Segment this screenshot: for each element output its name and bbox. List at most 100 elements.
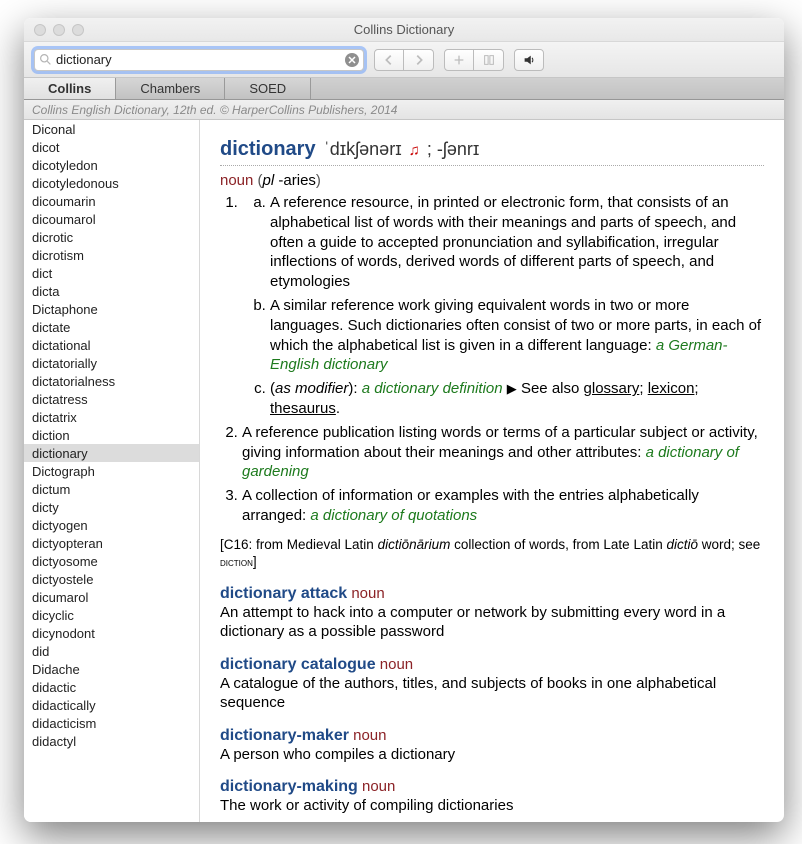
list-item[interactable]: dicoumarol [24,210,199,228]
sense-1c: (as modifier): a dictionary definition ▶… [270,379,764,419]
titlebar: Collins Dictionary [24,18,784,42]
list-item[interactable]: dictatress [24,390,199,408]
subentry-headword: dictionary attack [220,585,347,602]
word-list[interactable]: Diconaldicotdicotyledondicotyledonousdic… [24,120,200,822]
subentry-definition: A person who compiles a dictionary [220,745,764,765]
pronunciation: ˈdɪkʃənərɪ ♫ ; -ʃənrɪ [324,139,480,159]
subentry-definition: The work or activity of compiling dictio… [220,796,764,816]
subentry-definition: A catalogue of the authors, titles, and … [220,674,764,713]
subentry: dictionary-maker nounA person who compil… [220,727,764,765]
part-of-speech: noun [349,727,387,744]
list-item[interactable]: dicyclic [24,606,199,624]
sense-2: A reference publication listing words or… [242,423,764,482]
tab-chambers[interactable]: Chambers [116,78,225,99]
search-input[interactable] [52,52,345,67]
list-item[interactable]: dictyopteran [24,534,199,552]
add-bookmark-button[interactable] [444,49,474,71]
subentry-definition: An attempt to hack into a computer or ne… [220,603,764,642]
list-item[interactable]: dict [24,264,199,282]
headword: dictionary [220,138,316,160]
list-item[interactable]: dicty [24,498,199,516]
subentry-headword: dictionary-maker [220,727,349,744]
chevron-left-icon [382,53,396,67]
subentry-headword: dictionary-making [220,778,358,795]
plus-icon [452,53,466,67]
list-item[interactable]: Diconal [24,120,199,138]
app-window: Collins Dictionary [24,18,784,822]
part-of-speech: noun [347,585,385,602]
tab-soed[interactable]: SOED [225,78,311,99]
list-item[interactable]: didactyl [24,732,199,750]
list-item[interactable]: dicumarol [24,588,199,606]
list-item[interactable]: dicta [24,282,199,300]
sense-1b: A similar reference work giving equivale… [270,296,764,375]
list-item[interactable]: didactic [24,678,199,696]
xref-glossary[interactable]: glossary [584,380,640,397]
close-icon [348,56,356,64]
list-item[interactable]: dicynodont [24,624,199,642]
speaker-icon [522,53,536,67]
etymology: [C16: from Medieval Latin dictiōnārium c… [220,536,764,571]
list-item[interactable]: dictyosome [24,552,199,570]
search-icon [39,53,52,66]
example: a dictionary of quotations [310,507,477,524]
source-tabs: Collins Chambers SOED [24,78,784,100]
forward-button[interactable] [404,49,434,71]
subentry-headword: dictionary catalogue [220,656,376,673]
grammar-line: noun (pl -aries) [220,172,764,189]
chevron-right-icon [412,53,426,67]
list-item[interactable]: dicotyledonous [24,174,199,192]
list-item[interactable]: dicot [24,138,199,156]
speak-button[interactable] [514,49,544,71]
xref-thesaurus[interactable]: thesaurus [270,400,336,417]
back-button[interactable] [374,49,404,71]
part-of-speech: noun [220,172,253,189]
sense-3: A collection of information or examples … [242,486,764,526]
list-item[interactable]: Dictograph [24,462,199,480]
main-body: Diconaldicotdicotyledondicotyledonousdic… [24,120,784,822]
book-icon [482,53,496,67]
list-item[interactable]: Dictaphone [24,300,199,318]
list-item[interactable]: did [24,642,199,660]
toolbar [24,42,784,78]
list-item[interactable]: dictyostele [24,570,199,588]
subentry: dictionary-making nounThe work or activi… [220,778,764,816]
list-item[interactable]: dicotyledon [24,156,199,174]
sense-1a: A reference resource, in printed or elec… [270,193,764,292]
triangle-icon: ▶ [507,381,517,396]
list-item[interactable]: dictational [24,336,199,354]
list-item[interactable]: diction [24,426,199,444]
bookmarks-button[interactable] [474,49,504,71]
part-of-speech: noun [358,778,396,795]
entry-header: dictionary ˈdɪkʃənərɪ ♫ ; -ʃənrɪ [220,138,764,161]
subentry: dictionary catalogue nounA catalogue of … [220,656,764,713]
senses: A reference resource, in printed or elec… [242,193,764,526]
sense-1: A reference resource, in printed or elec… [242,193,764,419]
list-item[interactable]: dictate [24,318,199,336]
search-field-wrap [34,49,364,71]
list-item[interactable]: didacticism [24,714,199,732]
list-item[interactable]: dictyogen [24,516,199,534]
list-item[interactable]: dicoumarin [24,192,199,210]
list-item[interactable]: dictatrix [24,408,199,426]
xref-lexicon[interactable]: lexicon [648,380,695,397]
list-item[interactable]: Didache [24,660,199,678]
list-item[interactable]: didactically [24,696,199,714]
list-item[interactable]: dictionary [24,444,199,462]
window-title: Collins Dictionary [24,22,784,37]
audio-icon[interactable]: ♫ [409,142,420,159]
nav-buttons [374,49,434,71]
clear-search-button[interactable] [345,53,359,67]
entry-pane[interactable]: dictionary ˈdɪkʃənərɪ ♫ ; -ʃənrɪ noun (p… [200,120,784,822]
part-of-speech: noun [376,656,414,673]
list-item[interactable]: dictatorialness [24,372,199,390]
bookmark-buttons [444,49,504,71]
list-item[interactable]: dictatorially [24,354,199,372]
list-item[interactable]: dictum [24,480,199,498]
list-item[interactable]: dicrotism [24,246,199,264]
tab-collins[interactable]: Collins [24,78,116,99]
source-attribution: Collins English Dictionary, 12th ed. © H… [24,100,784,120]
divider [220,165,764,166]
subentry: dictionary attack nounAn attempt to hack… [220,585,764,642]
list-item[interactable]: dicrotic [24,228,199,246]
